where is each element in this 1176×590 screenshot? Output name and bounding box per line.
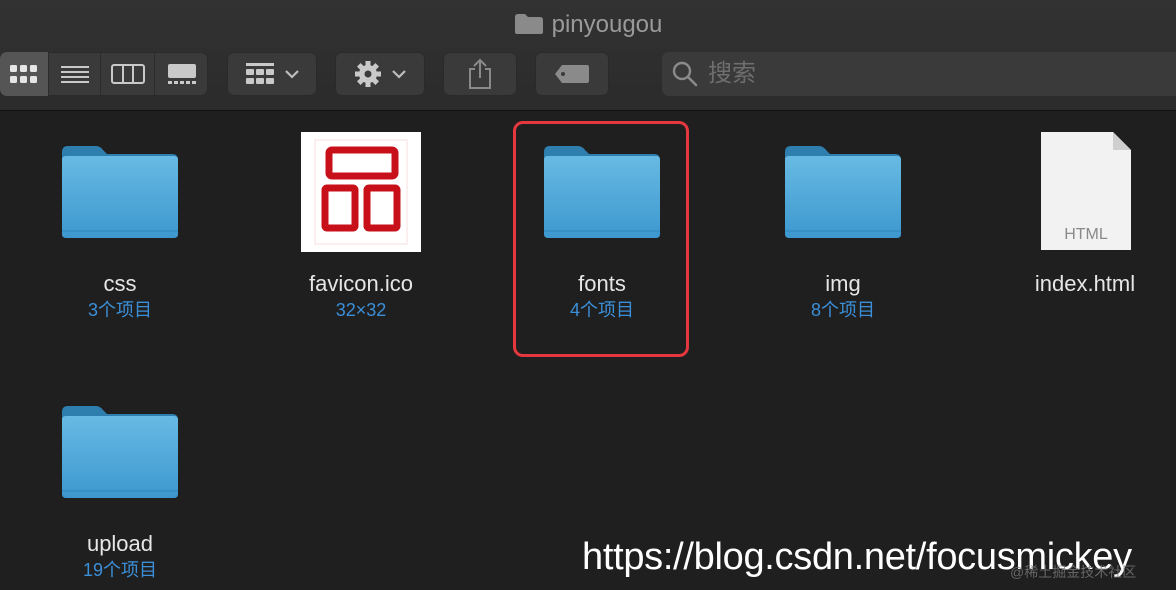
list-view-icon: [61, 66, 89, 83]
gallery-view-button[interactable]: [154, 52, 209, 96]
folder-icon: [514, 13, 544, 35]
file-info: 3个项目: [87, 300, 152, 320]
watermark-credit: @稀土掘金技术社区: [1010, 564, 1137, 580]
group-by-button[interactable]: [227, 52, 317, 96]
file-item-upload[interactable]: upload 19个项目: [20, 392, 220, 582]
tag-icon: [555, 65, 589, 83]
tag-button[interactable]: [535, 52, 609, 96]
file-name: upload: [86, 531, 154, 556]
file-item-css[interactable]: css 3个项目: [20, 132, 220, 322]
file-info: 19个项目: [82, 560, 158, 580]
search-icon: [672, 61, 698, 87]
share-content: [443, 52, 517, 96]
column-view-button[interactable]: [100, 52, 155, 96]
share-icon: [469, 58, 491, 89]
grid-view-icon: [10, 65, 37, 83]
file-name: index.html: [1034, 271, 1136, 296]
folder-icon: [783, 132, 903, 252]
file-name: css: [103, 271, 137, 296]
search-input[interactable]: [706, 59, 1150, 89]
tag-content: [535, 52, 609, 96]
file-info: 32×32: [335, 300, 387, 320]
view-mode-control: [0, 52, 208, 96]
list-view-button[interactable]: [48, 52, 101, 96]
action-button[interactable]: [335, 52, 425, 96]
share-button[interactable]: [443, 52, 517, 96]
chevron-down-icon: [285, 66, 299, 82]
file-item-img[interactable]: img 8个项目: [743, 132, 943, 322]
window-title-text: pinyougou: [551, 11, 663, 38]
html-file-icon: HTML: [1025, 132, 1145, 252]
folder-icon: [60, 132, 180, 252]
search-field[interactable]: [662, 52, 1176, 96]
grid-view-button[interactable]: [0, 52, 48, 96]
favicon-thumbnail-icon: [301, 132, 421, 252]
selection-highlight: [513, 121, 689, 357]
file-type-badge: HTML: [1064, 226, 1108, 243]
chevron-down-icon: [392, 66, 406, 82]
group-by-content: [227, 52, 317, 96]
title-bar: pinyougou: [0, 0, 1176, 111]
file-name: img: [825, 271, 861, 296]
file-name: favicon.ico: [309, 271, 413, 296]
group-by-icon: [246, 63, 274, 84]
action-content: [335, 52, 425, 96]
file-item-favicon[interactable]: favicon.ico 32×32: [261, 132, 461, 322]
file-info: 8个项目: [810, 300, 875, 320]
gallery-view-icon: [168, 64, 196, 84]
column-view-icon: [111, 64, 145, 84]
folder-icon: [60, 392, 180, 512]
window-title: pinyougou: [0, 10, 1176, 40]
gear-icon: [355, 61, 381, 87]
file-item-index-html[interactable]: HTML index.html: [985, 132, 1176, 298]
